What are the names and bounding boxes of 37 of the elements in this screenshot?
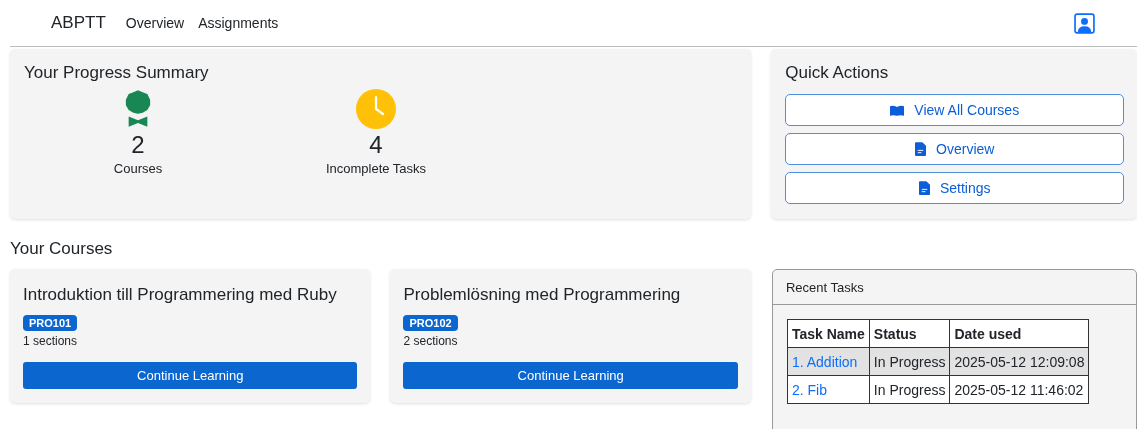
table-cell: 2025-05-12 11:46:02 bbox=[949, 375, 1089, 404]
column-header: Status bbox=[869, 319, 950, 348]
stat-value: 4 bbox=[369, 131, 383, 159]
quick-action-button[interactable]: Settings bbox=[785, 172, 1125, 204]
card-title: Quick Actions bbox=[785, 63, 890, 83]
award-icon bbox=[124, 89, 152, 129]
stat-label: Courses bbox=[113, 161, 163, 176]
quick-action-button[interactable]: View All Courses bbox=[785, 94, 1125, 126]
card-title: Your Progress Summary bbox=[24, 63, 210, 83]
column-header: Task Name bbox=[787, 319, 870, 348]
table-cell: In Progress bbox=[869, 375, 950, 404]
course-title: Problemlösning med Programmering bbox=[403, 285, 681, 305]
section-count: 1 sections bbox=[23, 334, 78, 348]
column-header: Date used bbox=[949, 319, 1089, 348]
task-link[interactable]: 2. Fib bbox=[791, 381, 827, 398]
quick-action-button[interactable]: Overview bbox=[785, 133, 1125, 165]
course-code-badge: PRO102 bbox=[403, 315, 458, 331]
table-cell: In Progress bbox=[869, 347, 950, 376]
section-heading: Your Courses bbox=[10, 239, 114, 259]
continue-learning-button[interactable]: Continue Learning bbox=[403, 362, 738, 389]
document-icon bbox=[915, 142, 927, 156]
card-header: Recent Tasks bbox=[785, 279, 864, 295]
course-title: Introduktion till Programmering med Ruby bbox=[23, 285, 337, 305]
task-link[interactable]: 1. Addition bbox=[791, 353, 858, 370]
stat-label: Incomplete Tasks bbox=[325, 161, 427, 176]
continue-learning-button[interactable]: Continue Learning bbox=[23, 362, 358, 389]
brand-name[interactable]: ABPTT bbox=[51, 13, 106, 33]
nav-link[interactable]: Overview bbox=[125, 15, 185, 31]
nav-link[interactable]: Assignments bbox=[198, 15, 279, 31]
course-code-badge: PRO101 bbox=[23, 315, 78, 331]
table-cell: 2025-05-12 12:09:08 bbox=[949, 347, 1089, 376]
book-icon bbox=[890, 104, 905, 116]
stat-value: 2 bbox=[131, 131, 145, 159]
section-count: 2 sections bbox=[403, 334, 458, 348]
clock-icon bbox=[356, 89, 396, 129]
user-profile-icon[interactable] bbox=[1074, 12, 1095, 34]
document-icon bbox=[918, 181, 930, 195]
